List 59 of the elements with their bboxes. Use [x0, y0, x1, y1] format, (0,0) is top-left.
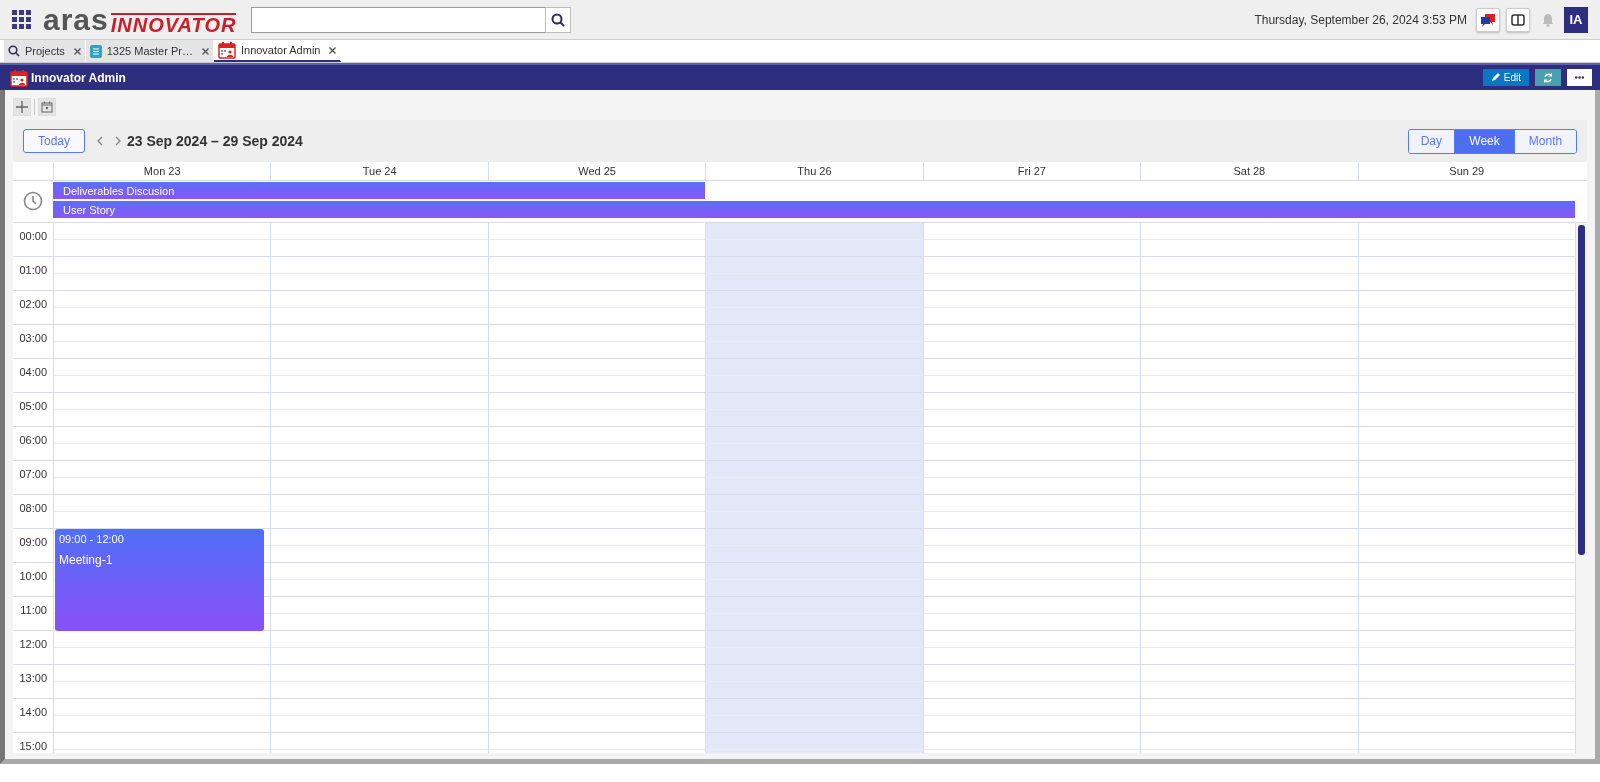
- close-icon[interactable]: [73, 47, 81, 55]
- event-title: Meeting-1: [59, 551, 114, 569]
- view-tab[interactable]: Month: [1514, 129, 1576, 153]
- plus-icon: [16, 101, 28, 113]
- apps-menu-icon[interactable]: [12, 10, 31, 29]
- all-day-event-title: Deliverables Discusion: [63, 184, 175, 199]
- search-button[interactable]: [545, 6, 572, 33]
- calendar-icon: [10, 68, 28, 87]
- messages-button[interactable]: [1476, 7, 1500, 32]
- date-time-text: Thursday, September 26, 2024 3:53 PM: [1254, 11, 1467, 29]
- date-range-title: 23 Sep 2024 – 29 Sep 2024: [127, 131, 303, 151]
- tab[interactable]: Innovator Admin: [213, 40, 342, 62]
- today-button[interactable]: Today: [23, 129, 85, 153]
- day-header: Fri 27: [922, 162, 1141, 181]
- view-tab[interactable]: Day: [1408, 129, 1454, 153]
- edit-button[interactable]: Edit: [1482, 69, 1529, 86]
- logo-wordmark: aras: [43, 4, 109, 35]
- tab[interactable]: 1325 Master Pr…: [85, 40, 214, 62]
- day-header: Thu 26: [705, 162, 923, 181]
- calendar-button[interactable]: [38, 98, 56, 116]
- pencil-icon: [1490, 73, 1500, 82]
- event-time: 09:00 - 12:00: [59, 532, 125, 547]
- search-field[interactable]: [251, 6, 546, 33]
- split-panel-icon: [1511, 13, 1525, 26]
- day-header: Mon 23: [53, 162, 271, 181]
- close-icon[interactable]: [329, 46, 337, 54]
- all-day-event-segment[interactable]: User Story: [53, 201, 271, 218]
- chat-bubbles-icon: [1480, 12, 1496, 27]
- previous-week-button[interactable]: [97, 136, 103, 146]
- search-icon: [8, 45, 20, 57]
- view-tab[interactable]: Week: [1454, 129, 1514, 153]
- day-header: Sat 28: [1140, 162, 1358, 181]
- search-icon: [551, 12, 566, 27]
- scrollbar-thumb[interactable]: [1578, 225, 1585, 555]
- chevron-right-icon: [115, 136, 121, 146]
- close-icon[interactable]: [201, 47, 209, 55]
- refresh-button[interactable]: [1535, 69, 1561, 86]
- ellipsis-icon: [1575, 76, 1584, 79]
- add-button[interactable]: [13, 98, 31, 116]
- refresh-icon: [1543, 72, 1553, 83]
- panel-title: Innovator Admin: [31, 69, 126, 87]
- next-week-button[interactable]: [115, 136, 121, 146]
- all-day-event-title: User Story: [63, 203, 115, 218]
- day-header: Wed 25: [487, 162, 706, 181]
- document-icon: [89, 44, 102, 58]
- user-avatar[interactable]: IA: [1564, 6, 1588, 33]
- day-header: Tue 24: [270, 162, 488, 181]
- split-view-button[interactable]: [1506, 7, 1530, 32]
- calendar-icon: [41, 101, 53, 113]
- bell-icon[interactable]: [1542, 12, 1554, 27]
- calendar-icon: [217, 41, 236, 59]
- more-button[interactable]: [1567, 69, 1592, 86]
- calendar-event[interactable]: 09:00 - 12:00 Meeting-1: [55, 529, 265, 631]
- all-day-event-segment[interactable]: Deliverables Discusion: [53, 182, 271, 199]
- chevron-left-icon: [97, 136, 103, 146]
- logo-product-name: INNOVATOR: [110, 12, 237, 35]
- tab[interactable]: Projects: [4, 40, 86, 62]
- clock-icon: [23, 191, 43, 211]
- day-header: Sun 29: [1357, 162, 1575, 181]
